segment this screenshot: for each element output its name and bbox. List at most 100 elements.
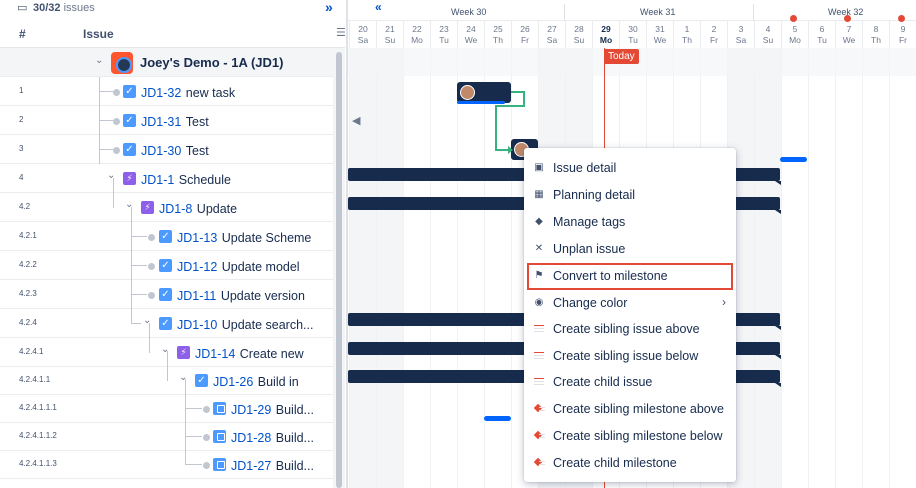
day-of-week: Su xyxy=(384,35,396,45)
column-header: # Issue ☰ xyxy=(0,22,346,48)
menu-item-create-sibling-issue-above[interactable]: Create sibling issue above xyxy=(524,316,736,343)
issue-key[interactable]: JD1-27 xyxy=(231,459,271,473)
chevron-down-icon[interactable]: ⌄ xyxy=(107,170,115,181)
tree-row[interactable]: 4.2.1 ✓ JD1-13 Update Scheme xyxy=(0,207,333,251)
issue-key[interactable]: JD1-26 xyxy=(213,375,253,389)
day-of-week: Th xyxy=(493,35,503,45)
issue-count: 30/32 issues xyxy=(33,2,95,14)
milestone-marker[interactable] xyxy=(898,15,905,22)
menu-item-create-sibling-issue-below[interactable]: Create sibling issue below xyxy=(524,343,736,370)
tree-row[interactable]: 4.2.4.1.1 ⌄ ✓ JD1-26 Build in xyxy=(0,351,333,395)
project-avatar xyxy=(111,52,133,74)
day-of-week: Su xyxy=(573,35,585,45)
milestone-marker[interactable] xyxy=(844,15,851,22)
issue-key[interactable]: JD1-29 xyxy=(231,403,271,417)
day-number: 27 xyxy=(547,24,557,34)
tree-connector xyxy=(99,77,100,92)
task-type-icon: ✓ xyxy=(159,259,172,272)
menu-item-create-sibling-milestone-below[interactable]: Create sibling milestone below xyxy=(524,423,736,450)
issue-summary: Update model xyxy=(221,260,300,274)
color-icon: ◉ xyxy=(534,297,544,308)
day-number: 29 xyxy=(601,24,611,34)
status-dot xyxy=(203,406,210,413)
scrollbar-thumb[interactable] xyxy=(336,52,342,488)
tree-row[interactable]: 4.2.4 ⌄ ✓ JD1-10 Update search... xyxy=(0,294,333,338)
chevron-down-icon[interactable]: ⌄ xyxy=(161,344,169,355)
row-number: 2 xyxy=(19,115,24,124)
project-group-row[interactable]: ⌄ Joey's Demo - 1A (JD1) xyxy=(0,48,333,77)
menu-item-convert-to-milestone[interactable]: ⚑ Convert to milestone xyxy=(527,263,733,290)
flag-icon: ⚑ xyxy=(534,270,544,281)
tree-row[interactable]: 4.2.3 ✓ JD1-11 Update version xyxy=(0,265,333,309)
project-title: Joey's Demo - 1A (JD1) xyxy=(140,55,284,70)
tree-connector xyxy=(99,91,113,92)
tree-row[interactable]: 4.2 ⌄ ⚡ JD1-8 Update xyxy=(0,178,333,222)
issue-key[interactable]: JD1-1 xyxy=(141,173,174,187)
chevron-down-icon[interactable]: ⌄ xyxy=(143,315,151,326)
milestone-marker[interactable] xyxy=(790,15,797,22)
issue-key[interactable]: JD1-30 xyxy=(141,144,181,158)
issue-summary: Create new xyxy=(239,347,304,361)
issue-key[interactable]: JD1-31 xyxy=(141,115,181,129)
tree-row[interactable]: 4.2.4.1.1.3 JD1-27 Build... xyxy=(0,435,333,479)
tree-row[interactable]: 1 ✓ JD1-32 new task xyxy=(0,77,333,106)
menu-item-create-child-issue[interactable]: Create child issue xyxy=(524,369,736,396)
day-number: 7 xyxy=(846,24,852,34)
day-number: 26 xyxy=(520,24,530,34)
menu-item-change-color[interactable]: ◉ Change color › xyxy=(524,290,736,317)
tree-connector xyxy=(131,265,147,266)
task-bar-small[interactable] xyxy=(484,416,511,421)
day-of-week: Sa xyxy=(357,35,369,45)
chevron-right-icon: › xyxy=(722,295,726,309)
menu-item-unplan-issue[interactable]: ✕ Unplan issue xyxy=(524,236,736,263)
menu-item-create-child-milestone[interactable]: Create child milestone xyxy=(524,450,736,477)
scroll-back-icon[interactable]: « xyxy=(375,0,382,14)
status-dot xyxy=(113,118,120,125)
menu-item-create-sibling-milestone-above[interactable]: Create sibling milestone above xyxy=(524,396,736,423)
dependency-arrow[interactable] xyxy=(488,88,528,158)
issue-key[interactable]: JD1-14 xyxy=(195,347,235,361)
tree-connector xyxy=(99,149,113,150)
issue-key[interactable]: JD1-12 xyxy=(177,260,217,274)
issue-key[interactable]: JD1-8 xyxy=(159,202,192,216)
day-of-week: Mo xyxy=(599,35,613,45)
day-of-week: Fr xyxy=(520,35,530,45)
chevron-down-icon[interactable]: ⌄ xyxy=(95,55,103,66)
task-bar-small[interactable] xyxy=(780,157,807,162)
day-header-cell: 7 We xyxy=(835,21,862,48)
issue-summary: new task xyxy=(185,86,236,100)
issue-key[interactable]: JD1-32 xyxy=(141,86,181,100)
tree-row[interactable]: 4.2.4.1.1.1 JD1-29 Build... xyxy=(0,379,333,423)
task-type-icon: ✓ xyxy=(123,143,136,156)
tree-connector xyxy=(131,323,141,324)
tree-row[interactable]: 4.2.4.1.1.2 JD1-28 Build... xyxy=(0,407,333,451)
filter-icon[interactable]: ☰ xyxy=(336,26,346,39)
day-number: 20 xyxy=(358,24,368,34)
tree-row[interactable]: 3 ✓ JD1-30 Test xyxy=(0,120,333,164)
issue-key[interactable]: JD1-13 xyxy=(177,231,217,245)
issue-key[interactable]: JD1-11 xyxy=(177,289,216,303)
day-header-cell: 8 Th xyxy=(862,21,889,48)
day-header-cell: 23 Tu xyxy=(430,21,457,48)
menu-item-issue-detail[interactable]: ▣ Issue detail xyxy=(524,155,736,182)
epic-type-icon: ⚡ xyxy=(123,172,136,185)
day-number: 1 xyxy=(684,24,690,34)
tree-row[interactable]: 4.2.2 ✓ JD1-12 Update model xyxy=(0,236,333,280)
issue-tree-panel: ▭ 30/32 issues » # Issue ☰ ⌄ Joey's Demo… xyxy=(0,0,346,488)
tree-scrollbar[interactable] xyxy=(333,48,345,488)
chevron-down-icon[interactable]: ⌄ xyxy=(179,372,187,383)
task-type-icon: ✓ xyxy=(123,114,136,127)
tree-connector xyxy=(131,265,132,295)
number-column-header: # xyxy=(19,27,26,41)
menu-item-planning-detail[interactable]: ▦ Planning detail xyxy=(524,182,736,209)
menu-item-manage-tags[interactable]: ◆ Manage tags xyxy=(524,209,736,236)
today-badge: Today xyxy=(604,49,639,64)
issue-key[interactable]: JD1-28 xyxy=(231,431,271,445)
offscreen-left-icon[interactable]: ◀ xyxy=(352,114,360,127)
issue-key[interactable]: JD1-10 xyxy=(177,318,217,332)
tree-row[interactable]: 4 ⌄ ⚡ JD1-1 Schedule xyxy=(0,149,333,193)
chevron-down-icon[interactable]: ⌄ xyxy=(125,199,133,210)
tree-row[interactable]: 2 ✓ JD1-31 Test xyxy=(0,91,333,135)
collapse-panel-icon[interactable]: » xyxy=(325,0,333,15)
close-icon: ✕ xyxy=(534,243,544,254)
